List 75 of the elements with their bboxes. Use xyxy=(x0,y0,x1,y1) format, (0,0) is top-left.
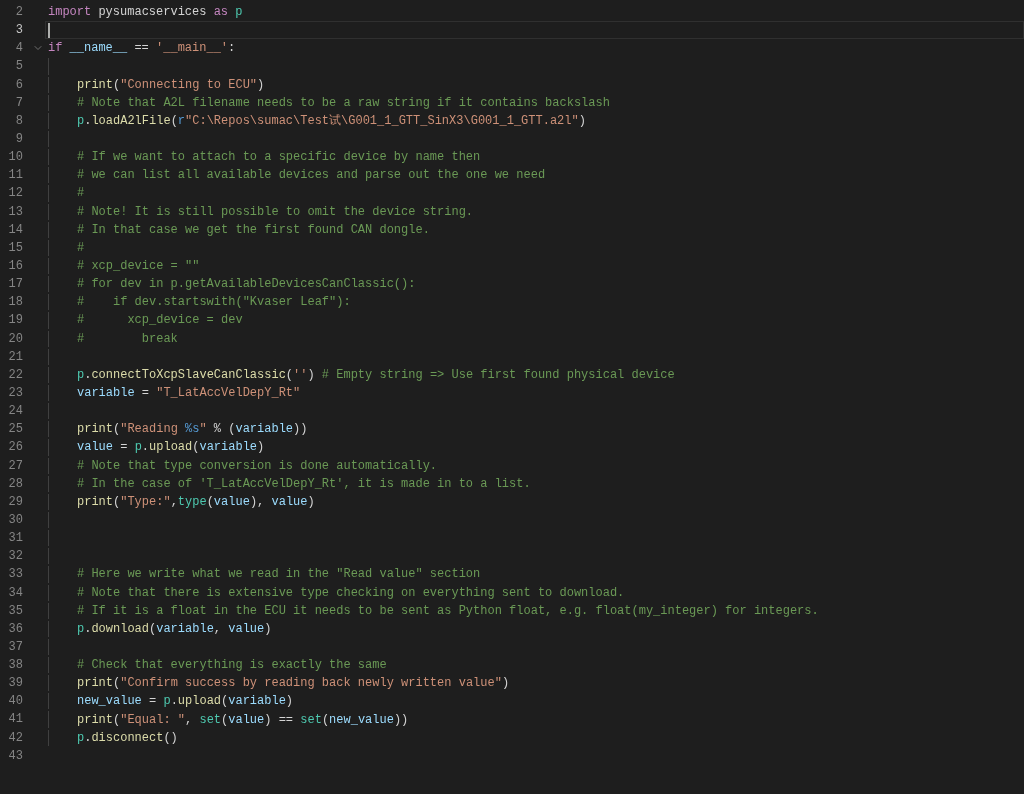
line-number: 11 xyxy=(7,167,23,185)
code-line: # xyxy=(77,185,85,202)
text-cursor xyxy=(48,23,50,39)
code-line: if __name__ == '__main__': xyxy=(48,40,236,57)
code-line: new_value = p.upload(variable) xyxy=(77,693,294,710)
code-line: # Note that type conversion is done automatically. xyxy=(77,457,438,474)
code-line: print("Type:",type(value), value) xyxy=(77,493,315,510)
line-number: 30 xyxy=(7,511,23,529)
line-number: 8 xyxy=(14,112,23,130)
code-line: # we can list all available devices and parse out the one we need xyxy=(77,167,546,184)
line-number: 35 xyxy=(7,602,23,620)
line-number: 6 xyxy=(14,76,23,94)
line-number: 31 xyxy=(7,530,23,548)
line-number: 17 xyxy=(7,276,23,294)
code-line: # Check that everything is exactly the same xyxy=(77,657,387,674)
code-line: # xcp_device = dev xyxy=(77,312,243,329)
code-line: # Here we write what we read in the "Read value" section xyxy=(77,566,481,583)
line-number: 19 xyxy=(7,312,23,330)
line-number: 28 xyxy=(7,475,23,493)
code-line: value = p.upload(variable) xyxy=(77,439,265,456)
line-number: 34 xyxy=(7,584,23,602)
code-line: print("Reading %s" % (variable)) xyxy=(77,421,308,438)
code-line: p.loadA2lFile(r"C:\Repos\sumac\Test试\G001_1_GTT_SinX3\G001_1_GTT.a2l") xyxy=(77,112,586,129)
line-number: 25 xyxy=(7,421,23,439)
line-number: 13 xyxy=(7,203,23,221)
line-number: 40 xyxy=(7,693,23,711)
line-number: 20 xyxy=(7,330,23,348)
line-number: 33 xyxy=(7,566,23,584)
line-number: 12 xyxy=(7,185,23,203)
code-line: p.connectToXcpSlaveCanClassic('') # Empty string => Use first found physical device xyxy=(77,366,675,383)
line-number: 24 xyxy=(7,403,23,421)
line-number: 36 xyxy=(7,620,23,638)
line-number: 14 xyxy=(7,221,23,239)
code-line: # xcp_device = "" xyxy=(77,258,200,275)
line-number: 42 xyxy=(7,729,23,747)
line-number: 9 xyxy=(14,131,23,148)
code-line: # if dev.startswith("Kvaser Leaf"): xyxy=(77,294,351,311)
line-number: 7 xyxy=(14,94,23,112)
line-number: 18 xyxy=(7,294,23,312)
code-line: print("Connecting to ECU") xyxy=(77,76,265,93)
line-number: 43 xyxy=(7,747,23,765)
line-number: 22 xyxy=(7,366,23,384)
code-line: p.disconnect() xyxy=(77,729,178,746)
code-line: # In the case of 'T_LatAccVelDepY_Rt', it is made in to a list. xyxy=(77,475,531,492)
line-number: 4 xyxy=(14,40,23,58)
code-line: import pysumacservices as p xyxy=(48,4,243,21)
code-line: # Note! It is still possible to omit the device string. xyxy=(77,203,474,220)
line-number: 16 xyxy=(7,257,23,275)
line-number: 38 xyxy=(7,657,23,675)
code-line: print("Confirm success by reading back newly written value") xyxy=(77,675,510,692)
code-line: # In that case we get the first found CAN dongle. xyxy=(77,221,430,238)
code-line: # If we want to attach to a specific device by name then xyxy=(77,149,481,166)
code-line: # break xyxy=(77,330,178,347)
code-line: # Note that A2L filename needs to be a raw string if it contains backslash xyxy=(77,94,610,111)
line-number: 21 xyxy=(7,348,23,366)
line-number: 37 xyxy=(7,638,23,656)
line-number: 5 xyxy=(14,58,23,76)
code-line: # Note that there is extensive type checking on everything sent to download. xyxy=(77,584,625,601)
line-number: 15 xyxy=(7,239,23,257)
line-number: 10 xyxy=(7,149,23,167)
line-number: 41 xyxy=(7,711,23,729)
code-line: # If it is a float in the ECU it needs to be sent as Python float, e.g. float(my_integer) for integers. xyxy=(77,602,819,619)
code-line: # xyxy=(77,239,85,256)
code-line: p.download(variable, value) xyxy=(77,620,272,637)
line-number: 3 xyxy=(14,22,23,40)
line-number: 29 xyxy=(7,493,23,511)
code-line: variable = "T_LatAccVelDepY_Rt" xyxy=(77,385,301,401)
line-number: 2 xyxy=(14,4,23,21)
line-number: 26 xyxy=(7,439,23,457)
line-number: 39 xyxy=(7,675,23,693)
code-line: # for dev in p.getAvailableDevicesCanClassic(): xyxy=(77,276,416,293)
line-number: 23 xyxy=(7,384,23,402)
code-line: print("Equal: ", set(value) == set(new_value)) xyxy=(77,711,409,728)
line-number: 27 xyxy=(7,457,23,475)
line-number: 32 xyxy=(7,548,23,566)
